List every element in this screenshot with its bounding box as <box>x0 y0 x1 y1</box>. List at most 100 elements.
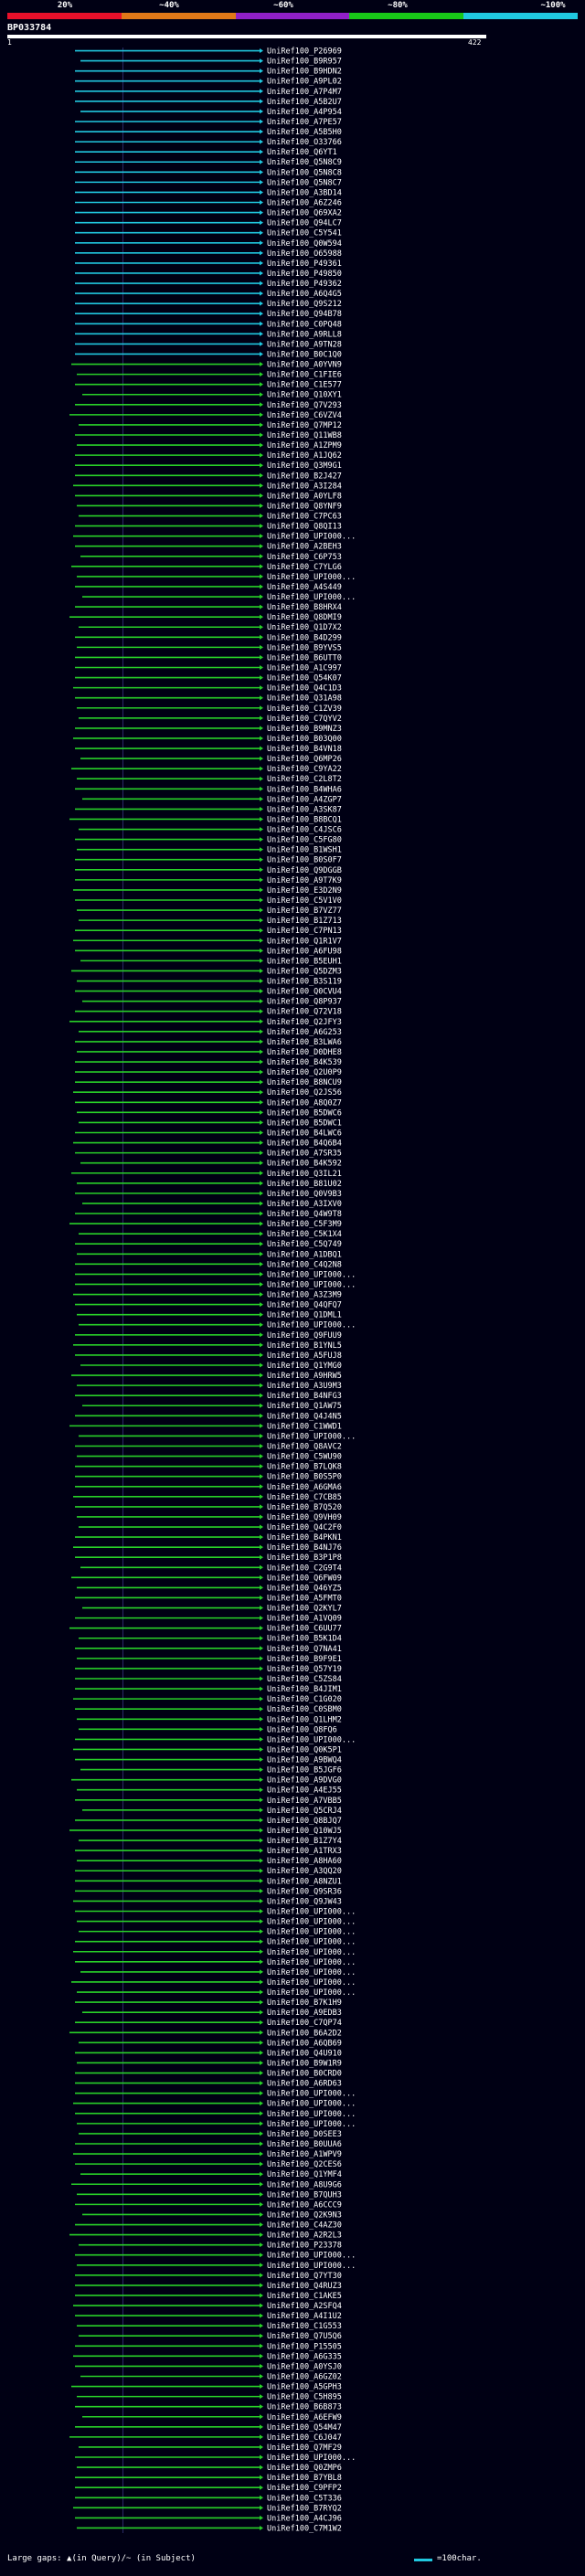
hit-label[interactable]: UniRef100_B9MNZ3 <box>267 725 342 734</box>
hit-label[interactable]: UniRef100_C9YA22 <box>267 765 342 774</box>
hit-label[interactable]: UniRef100_A1TRX3 <box>267 1847 342 1856</box>
hit-label[interactable]: UniRef100_A6RD63 <box>267 2080 342 2089</box>
hit-label[interactable]: UniRef100_A9EDB3 <box>267 2009 342 2018</box>
hit-label[interactable]: UniRef100_Q7MF29 <box>267 2443 342 2453</box>
hit-label[interactable]: UniRef100_C1FIE6 <box>267 371 342 380</box>
hit-label[interactable]: UniRef100_Q4RUZ3 <box>267 2282 342 2291</box>
hit-label[interactable]: UniRef100_Q11WB8 <box>267 431 342 440</box>
hit-label[interactable]: UniRef100_P15505 <box>267 2342 342 2351</box>
hit-label[interactable]: UniRef100_A5B5H0 <box>267 128 342 137</box>
hit-label[interactable]: UniRef100_A2BEH3 <box>267 543 342 552</box>
hit-label[interactable]: UniRef100_A1C997 <box>267 664 342 673</box>
hit-label[interactable]: UniRef100_C1WWD1 <box>267 1422 342 1431</box>
hit-label[interactable]: UniRef100_Q10XY1 <box>267 391 342 400</box>
hit-label[interactable]: UniRef100_B1Z713 <box>267 917 342 926</box>
hit-label[interactable]: UniRef100_B5K1D4 <box>267 1635 342 1644</box>
hit-label[interactable]: UniRef100_UPI000... <box>267 593 356 602</box>
hit-label[interactable]: UniRef100_Q1R1V7 <box>267 937 342 946</box>
hit-label[interactable]: UniRef100_Q0ZMP6 <box>267 2464 342 2473</box>
hit-label[interactable]: UniRef100_Q6MP26 <box>267 755 342 764</box>
hit-label[interactable]: UniRef100_B9HDN2 <box>267 68 342 77</box>
hit-label[interactable]: UniRef100_A0YLF8 <box>267 492 342 501</box>
hit-label[interactable]: UniRef100_A3U9M3 <box>267 1382 342 1391</box>
hit-label[interactable]: UniRef100_Q7MP12 <box>267 421 342 430</box>
hit-label[interactable]: UniRef100_O65988 <box>267 249 342 259</box>
hit-label[interactable]: UniRef100_C7CB85 <box>267 1493 342 1502</box>
hit-label[interactable]: UniRef100_B7LQK8 <box>267 1463 342 1472</box>
hit-label[interactable]: UniRef100_UPI000... <box>267 2110 356 2119</box>
hit-label[interactable]: UniRef100_Q2KYL7 <box>267 1605 342 1614</box>
hit-label[interactable]: UniRef100_Q94B78 <box>267 310 342 319</box>
hit-label[interactable]: UniRef100_Q4C1D3 <box>267 684 342 694</box>
hit-label[interactable]: UniRef100_A9TN28 <box>267 340 342 349</box>
hit-label[interactable]: UniRef100_B2J427 <box>267 472 342 481</box>
hit-label[interactable]: UniRef100_UPI000... <box>267 1432 356 1441</box>
hit-label[interactable]: UniRef100_A3QQ20 <box>267 1867 342 1876</box>
hit-label[interactable]: UniRef100_C5FG80 <box>267 836 342 845</box>
hit-label[interactable]: UniRef100_B3S119 <box>267 978 342 987</box>
hit-label[interactable]: UniRef100_B8NCU9 <box>267 1078 342 1087</box>
hit-label[interactable]: UniRef100_B3P1P8 <box>267 1553 342 1563</box>
hit-label[interactable]: UniRef100_Q54M47 <box>267 2423 342 2433</box>
hit-label[interactable]: UniRef100_B9R957 <box>267 58 342 67</box>
hit-label[interactable]: UniRef100_C5Q749 <box>267 1240 342 1249</box>
hit-label[interactable]: UniRef100_Q1DML1 <box>267 1311 342 1320</box>
hit-label[interactable]: UniRef100_A6GMA6 <box>267 1483 342 1492</box>
hit-label[interactable]: UniRef100_C1AKE5 <box>267 2292 342 2301</box>
hit-label[interactable]: UniRef100_C5V1V0 <box>267 896 342 906</box>
hit-label[interactable]: UniRef100_Q7YT30 <box>267 2272 342 2281</box>
hit-label[interactable]: UniRef100_Q6YT1 <box>267 148 337 157</box>
hit-label[interactable]: UniRef100_Q1LHM2 <box>267 1715 342 1724</box>
hit-label[interactable]: UniRef100_B4K592 <box>267 1160 342 1169</box>
hit-label[interactable]: UniRef100_B0UUA6 <box>267 2140 342 2149</box>
hit-label[interactable]: UniRef100_A7P4M7 <box>267 88 342 97</box>
hit-label[interactable]: UniRef100_UPI000... <box>267 533 356 542</box>
hit-label[interactable]: UniRef100_Q7NA41 <box>267 1645 342 1654</box>
hit-label[interactable]: UniRef100_C7QP74 <box>267 2019 342 2028</box>
hit-label[interactable]: UniRef100_C2L8T2 <box>267 775 342 784</box>
hit-label[interactable]: UniRef100_UPI000... <box>267 2454 356 2463</box>
hit-label[interactable]: UniRef100_C1ZV39 <box>267 705 342 714</box>
hit-label[interactable]: UniRef100_B0S5P0 <box>267 1473 342 1482</box>
hit-label[interactable]: UniRef100_Q2JFY3 <box>267 1018 342 1027</box>
hit-label[interactable]: UniRef100_A6CCC9 <box>267 2200 342 2210</box>
hit-label[interactable]: UniRef100_P23378 <box>267 2242 342 2251</box>
hit-label[interactable]: UniRef100_Q7V293 <box>267 401 342 410</box>
hit-label[interactable]: UniRef100_B5JGF6 <box>267 1766 342 1776</box>
hit-label[interactable]: UniRef100_UPI000... <box>267 1735 356 1744</box>
hit-label[interactable]: UniRef100_B4NFG3 <box>267 1392 342 1401</box>
hit-label[interactable]: UniRef100_Q2U0P9 <box>267 1068 342 1077</box>
hit-label[interactable]: UniRef100_UPI000... <box>267 1280 356 1289</box>
hit-label[interactable]: UniRef100_C4AZ30 <box>267 2221 342 2231</box>
hit-label[interactable]: UniRef100_UPI000... <box>267 1968 356 1977</box>
hit-label[interactable]: UniRef100_UPI000... <box>267 1948 356 1957</box>
hit-label[interactable]: UniRef100_B4D299 <box>267 633 342 642</box>
hit-label[interactable]: UniRef100_D0SEE3 <box>267 2130 342 2139</box>
hit-label[interactable]: UniRef100_Q7U5Q6 <box>267 2332 342 2341</box>
hit-label[interactable]: UniRef100_B8BCQ1 <box>267 815 342 824</box>
hit-label[interactable]: UniRef100_A6Z246 <box>267 199 342 208</box>
hit-label[interactable]: UniRef100_Q9S212 <box>267 300 342 309</box>
hit-label[interactable]: UniRef100_UPI000... <box>267 2100 356 2109</box>
hit-label[interactable]: UniRef100_A4ZGP7 <box>267 795 342 804</box>
hit-label[interactable]: UniRef100_B0C1Q0 <box>267 350 342 359</box>
hit-label[interactable]: UniRef100_C6J047 <box>267 2433 342 2443</box>
hit-label[interactable]: UniRef100_A9DVG0 <box>267 1776 342 1786</box>
hit-label[interactable]: UniRef100_UPI000... <box>267 1958 356 1967</box>
hit-label[interactable]: UniRef100_B1YNL5 <box>267 1341 342 1351</box>
hit-label[interactable]: UniRef100_B7QUH3 <box>267 2190 342 2200</box>
hit-label[interactable]: UniRef100_A3IXV0 <box>267 1200 342 1209</box>
hit-label[interactable]: UniRef100_Q1D7X2 <box>267 623 342 632</box>
hit-label[interactable]: UniRef100_A5FMT0 <box>267 1594 342 1603</box>
hit-label[interactable]: UniRef100_B81U02 <box>267 1180 342 1189</box>
hit-label[interactable]: UniRef100_UPI000... <box>267 2252 356 2261</box>
hit-label[interactable]: UniRef100_A6EFW9 <box>267 2413 342 2422</box>
hit-label[interactable]: UniRef100_A5B2U7 <box>267 98 342 107</box>
hit-label[interactable]: UniRef100_A9T7K9 <box>267 876 342 885</box>
hit-label[interactable]: UniRef100_Q5CRJ4 <box>267 1807 342 1816</box>
hit-label[interactable]: UniRef100_A4P954 <box>267 108 342 117</box>
hit-label[interactable]: UniRef100_A4EJ55 <box>267 1786 342 1796</box>
hit-label[interactable]: UniRef100_UPI000... <box>267 1908 356 1917</box>
hit-label[interactable]: UniRef100_A0YSJ0 <box>267 2362 342 2371</box>
hit-label[interactable]: UniRef100_Q5N8C8 <box>267 168 342 177</box>
